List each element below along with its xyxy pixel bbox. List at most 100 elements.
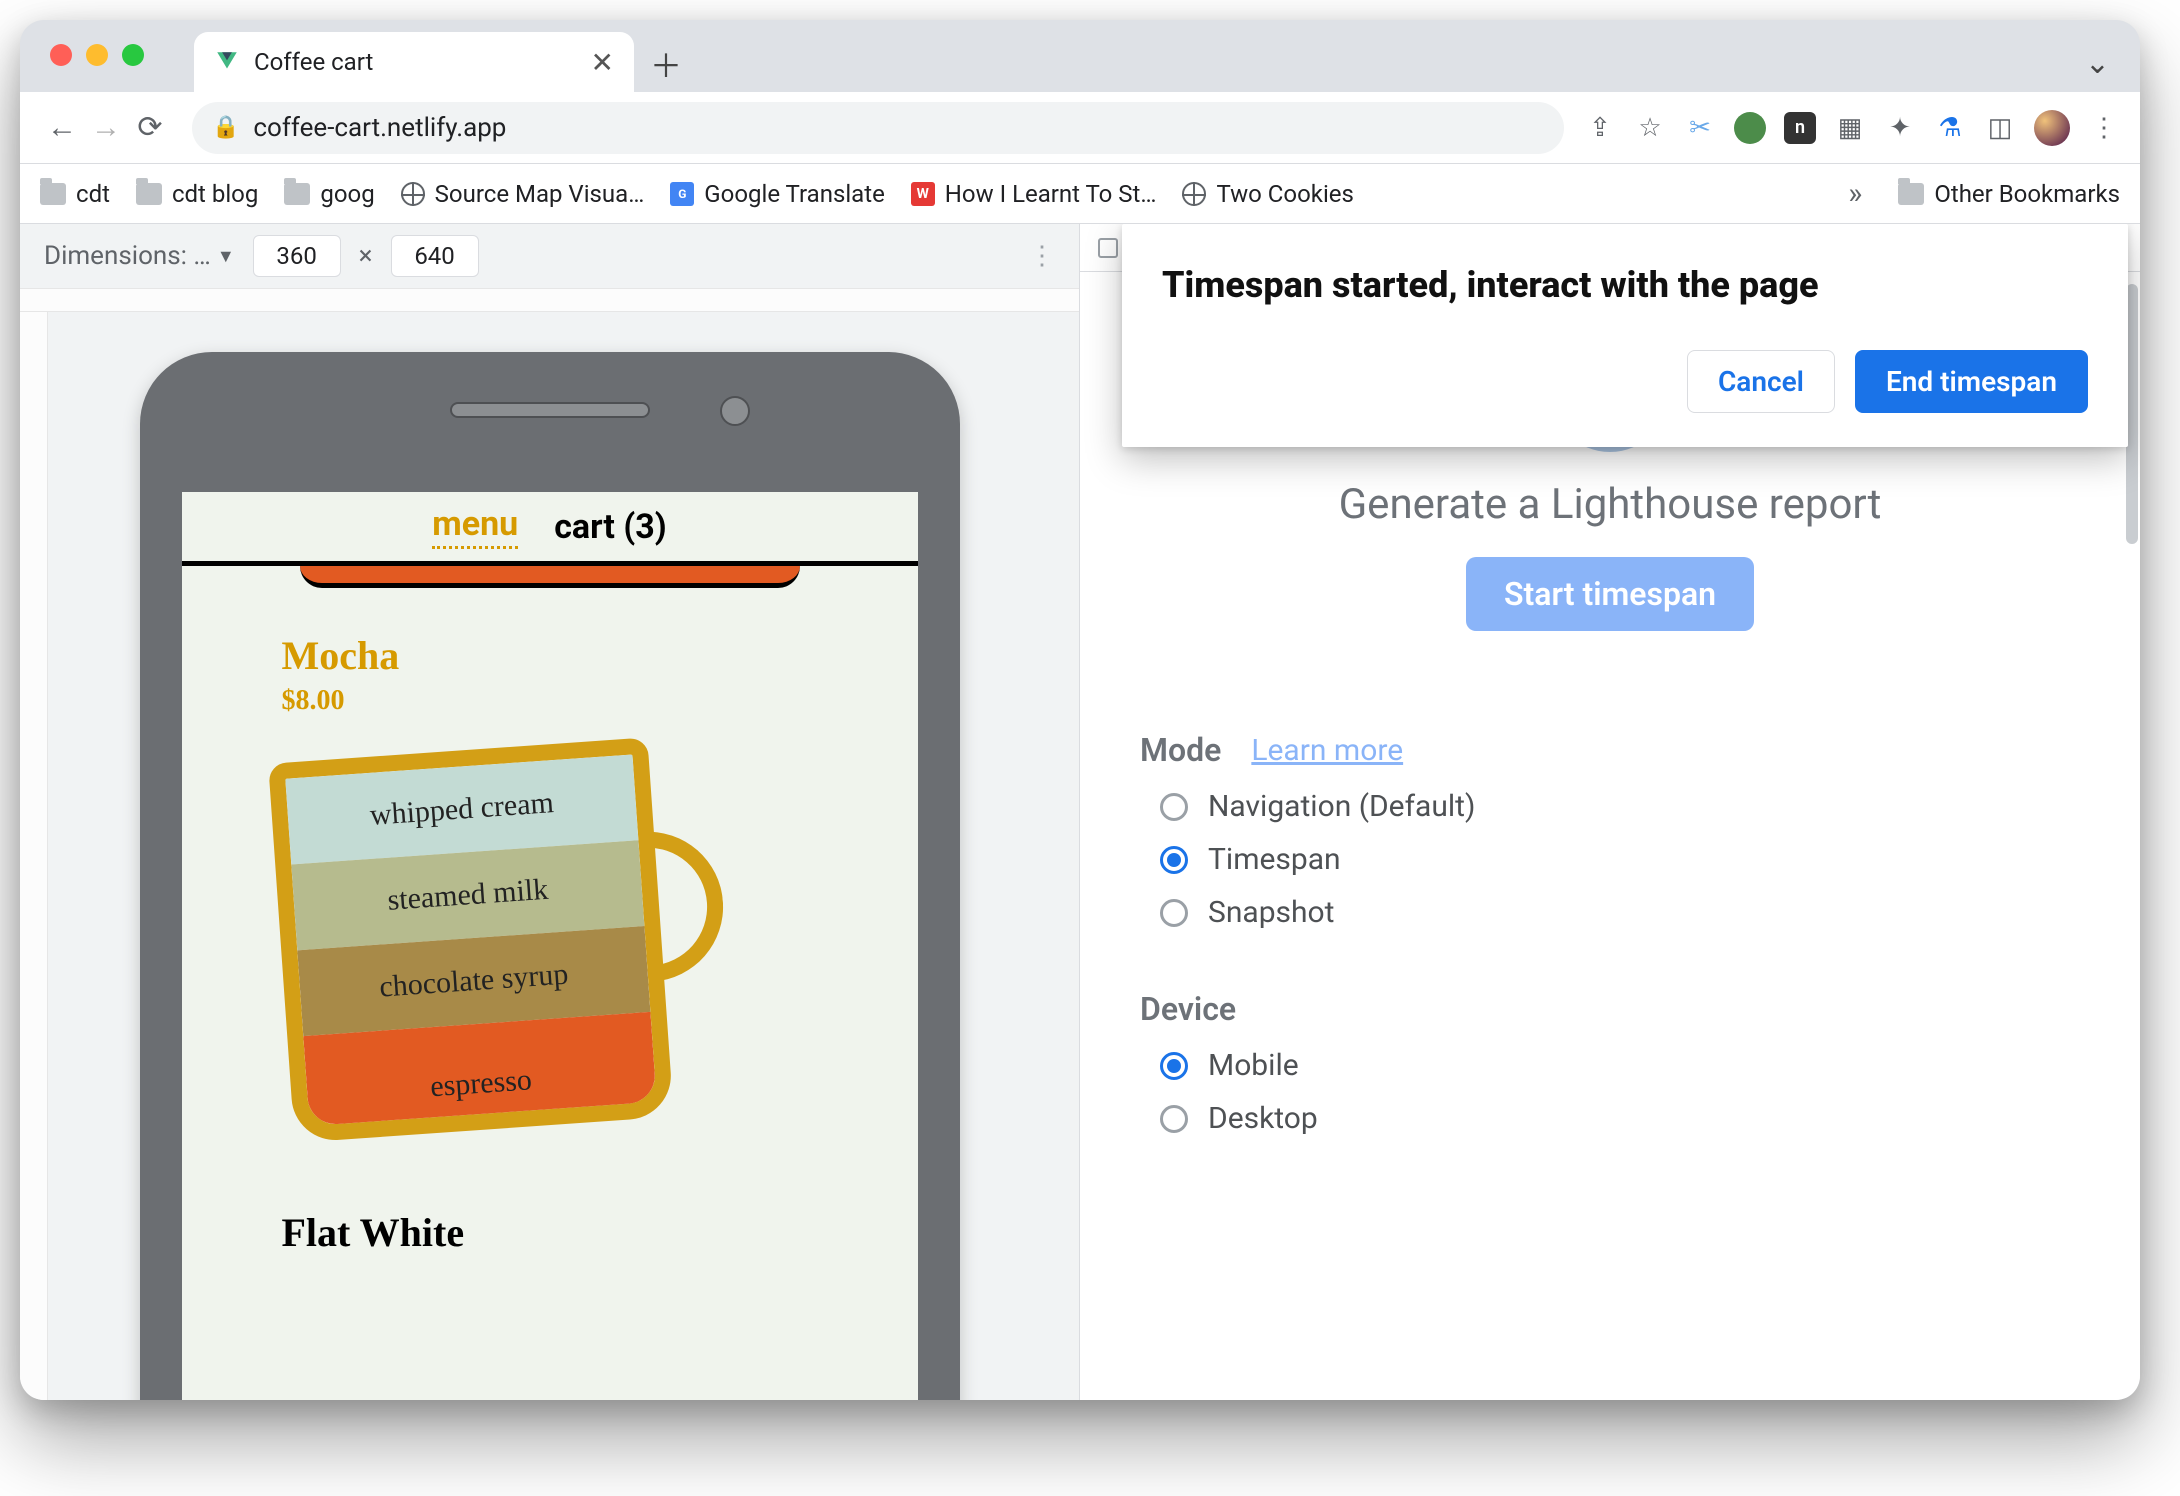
device-section: Device Mobile Desktop xyxy=(1140,990,2080,1136)
browser-toolbar: ← → ⟳ 🔒 coffee-cart.netlify.app ⇪ ☆ ✂︎ n… xyxy=(20,92,2140,164)
mode-option-timespan[interactable]: Timespan xyxy=(1160,842,2080,877)
device-option-mobile[interactable]: Mobile xyxy=(1160,1048,2080,1083)
cancel-button[interactable]: Cancel xyxy=(1687,350,1835,413)
phone-screen[interactable]: menu cart (3) Mocha $8.00 whipped cream xyxy=(182,492,918,1400)
forward-button[interactable]: → xyxy=(84,106,128,150)
scissors-extension-icon[interactable]: ✂︎ xyxy=(1684,112,1716,144)
bookmark-label: goog xyxy=(320,180,374,208)
folder-icon xyxy=(40,183,66,205)
bookmark-label: Two Cookies xyxy=(1216,180,1353,208)
nav-menu-link[interactable]: menu xyxy=(432,504,518,549)
device-label-text: Desktop xyxy=(1208,1101,1318,1136)
coffee-mug-illustration[interactable]: whipped cream steamed milk chocolate syr… xyxy=(268,731,766,1175)
dimension-separator: × xyxy=(359,241,373,271)
grid-extension-icon[interactable]: ▦ xyxy=(1834,112,1866,144)
device-mode-more-icon[interactable]: ⋮ xyxy=(1029,241,1055,271)
device-height-input[interactable]: 640 xyxy=(391,235,479,277)
device-heading: Device xyxy=(1140,990,1236,1028)
chrome-menu-icon[interactable]: ⋮ xyxy=(2088,112,2120,144)
nav-cart-link[interactable]: cart (3) xyxy=(554,507,666,547)
globe-icon xyxy=(1182,182,1206,206)
bookmark-two-cookies[interactable]: Two Cookies xyxy=(1182,180,1353,208)
bookmark-folder-cdt-blog[interactable]: cdt blog xyxy=(136,180,258,208)
mug-layer: espresso xyxy=(303,1012,659,1143)
tabs-dropdown-icon[interactable]: ⌄ xyxy=(2085,46,2110,81)
other-bookmarks[interactable]: Other Bookmarks xyxy=(1898,180,2120,208)
extensions-puzzle-icon[interactable]: ✦ xyxy=(1884,112,1916,144)
radio-icon xyxy=(1160,1105,1188,1133)
app-nav: menu cart (3) xyxy=(182,492,918,566)
mode-heading: Mode xyxy=(1140,731,1221,769)
tab-title: Coffee cart xyxy=(254,48,373,76)
product-card: Mocha $8.00 whipped cream steamed milk c… xyxy=(182,588,918,1256)
bookmark-label: Other Bookmarks xyxy=(1934,180,2120,208)
device-mode-pane: Dimensions: … ▼ 360 × 640 ⋮ menu ca xyxy=(20,224,1080,1400)
product-name: Mocha xyxy=(282,632,818,679)
maximize-window-button[interactable] xyxy=(122,44,144,66)
modal-title: Timespan started, interact with the page xyxy=(1162,264,2088,306)
modal-actions: Cancel End timespan xyxy=(1162,350,2088,413)
globe-icon xyxy=(401,182,425,206)
toolbar-actions: ⇪ ☆ ✂︎ n ▦ ✦ ⚗︎ ◫ ⋮ xyxy=(1584,110,2120,146)
notion-extension-icon[interactable]: n xyxy=(1784,112,1816,144)
mode-label: Timespan xyxy=(1208,842,1341,877)
mode-option-snapshot[interactable]: Snapshot xyxy=(1160,895,2080,930)
gtranslate-icon: G xyxy=(670,182,694,206)
close-window-button[interactable] xyxy=(50,44,72,66)
start-timespan-button[interactable]: Start timespan xyxy=(1466,557,1754,631)
side-panel-icon[interactable]: ◫ xyxy=(1984,112,2016,144)
radio-checked-icon xyxy=(1160,846,1188,874)
bookmark-label: Google Translate xyxy=(704,180,885,208)
mode-label: Snapshot xyxy=(1208,895,1334,930)
radio-icon xyxy=(1160,793,1188,821)
close-tab-icon[interactable]: ✕ xyxy=(591,46,614,79)
new-tab-button[interactable]: ＋ xyxy=(646,44,686,84)
bookmark-source-map[interactable]: Source Map Visua… xyxy=(401,180,645,208)
height-value: 640 xyxy=(414,242,454,270)
tab-strip: Coffee cart ✕ ＋ ⌄ xyxy=(20,20,2140,92)
bookmark-star-icon[interactable]: ☆ xyxy=(1634,112,1666,144)
reload-button[interactable]: ⟳ xyxy=(128,106,172,150)
horizontal-ruler xyxy=(20,288,1079,312)
phone-speaker xyxy=(450,402,650,418)
content-split: Dimensions: … ▼ 360 × 640 ⋮ menu ca xyxy=(20,224,2140,1400)
app-accent-bar xyxy=(300,566,800,588)
lock-icon: 🔒 xyxy=(212,115,239,140)
bookmark-folder-cdt[interactable]: cdt xyxy=(40,180,110,208)
bookmark-google-translate[interactable]: G Google Translate xyxy=(670,180,885,208)
browser-tab[interactable]: Coffee cart ✕ xyxy=(194,32,634,92)
minimize-window-button[interactable] xyxy=(86,44,108,66)
next-product-name: Flat White xyxy=(282,1209,818,1256)
back-button[interactable]: ← xyxy=(40,106,84,150)
dimensions-label: Dimensions: … xyxy=(44,241,211,271)
end-timespan-button[interactable]: End timespan xyxy=(1855,350,2088,413)
bookmarks-bar: cdt cdt blog goog Source Map Visua… G Goo… xyxy=(20,164,2140,224)
share-icon[interactable]: ⇪ xyxy=(1584,112,1616,144)
bookmark-folder-goog[interactable]: goog xyxy=(284,180,374,208)
window-controls xyxy=(50,44,144,66)
vertical-ruler xyxy=(20,312,48,1400)
labs-flask-icon[interactable]: ⚗︎ xyxy=(1934,112,1966,144)
mode-option-navigation[interactable]: Navigation (Default) xyxy=(1160,789,2080,824)
bookmark-how-i-learnt[interactable]: W How I Learnt To St… xyxy=(911,180,1157,208)
profile-avatar[interactable] xyxy=(2034,110,2070,146)
red-w-icon: W xyxy=(911,182,935,206)
dimensions-dropdown[interactable]: Dimensions: … ▼ xyxy=(44,241,235,271)
address-bar[interactable]: 🔒 coffee-cart.netlify.app xyxy=(192,102,1564,154)
device-option-desktop[interactable]: Desktop xyxy=(1160,1101,2080,1136)
folder-icon xyxy=(1898,183,1924,205)
bookmark-label: cdt xyxy=(76,180,110,208)
device-preview: menu cart (3) Mocha $8.00 whipped cream xyxy=(20,312,1079,1400)
phone-camera xyxy=(720,396,750,426)
radio-icon xyxy=(1160,899,1188,927)
green-extension-icon[interactable] xyxy=(1734,112,1766,144)
mode-section: Mode Learn more Navigation (Default) Tim… xyxy=(1140,731,2080,930)
chevron-down-icon: ▼ xyxy=(217,246,235,267)
device-width-input[interactable]: 360 xyxy=(253,235,341,277)
bookmark-label: How I Learnt To St… xyxy=(945,180,1157,208)
inspect-icon[interactable] xyxy=(1098,238,1118,258)
learn-more-link[interactable]: Learn more xyxy=(1251,733,1403,768)
devtools-pane: Generate a Lighthouse report Start times… xyxy=(1080,224,2140,1400)
vue-favicon-icon xyxy=(214,49,240,75)
bookmarks-overflow-icon[interactable]: » xyxy=(1838,176,1872,211)
